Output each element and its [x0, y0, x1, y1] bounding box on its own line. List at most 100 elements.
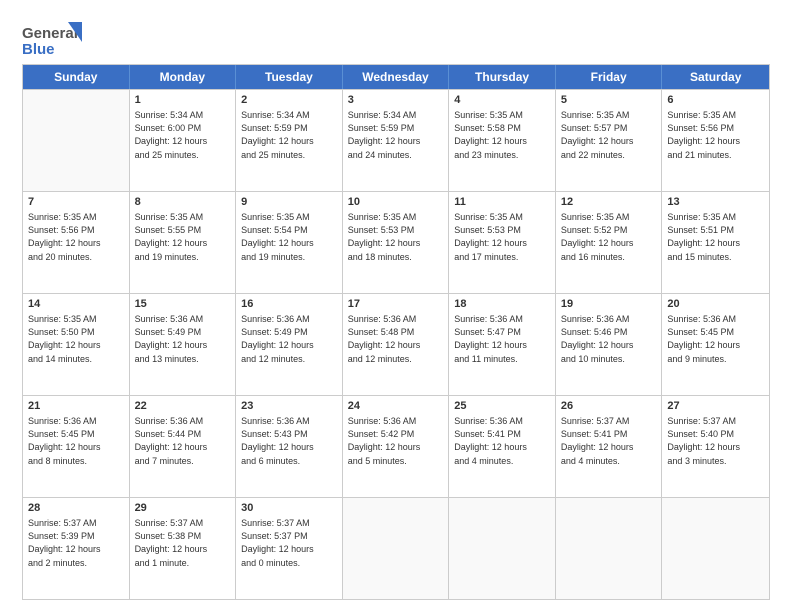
calendar-row: 7Sunrise: 5:35 AM Sunset: 5:56 PM Daylig…	[23, 191, 769, 293]
calendar-cell: 3Sunrise: 5:34 AM Sunset: 5:59 PM Daylig…	[343, 90, 450, 191]
day-number: 13	[667, 195, 764, 210]
day-number: 7	[28, 195, 124, 210]
day-info: Sunrise: 5:37 AM Sunset: 5:37 PM Dayligh…	[241, 517, 337, 569]
day-info: Sunrise: 5:34 AM Sunset: 5:59 PM Dayligh…	[241, 109, 337, 161]
calendar-cell: 8Sunrise: 5:35 AM Sunset: 5:55 PM Daylig…	[130, 192, 237, 293]
calendar-cell: 25Sunrise: 5:36 AM Sunset: 5:41 PM Dayli…	[449, 396, 556, 497]
calendar-cell: 11Sunrise: 5:35 AM Sunset: 5:53 PM Dayli…	[449, 192, 556, 293]
weekday-header: Monday	[130, 65, 237, 89]
day-number: 24	[348, 399, 444, 414]
weekday-header: Sunday	[23, 65, 130, 89]
day-info: Sunrise: 5:35 AM Sunset: 5:56 PM Dayligh…	[28, 211, 124, 263]
day-info: Sunrise: 5:35 AM Sunset: 5:50 PM Dayligh…	[28, 313, 124, 365]
calendar-cell: 14Sunrise: 5:35 AM Sunset: 5:50 PM Dayli…	[23, 294, 130, 395]
day-number: 21	[28, 399, 124, 414]
calendar-cell: 21Sunrise: 5:36 AM Sunset: 5:45 PM Dayli…	[23, 396, 130, 497]
calendar-row: 14Sunrise: 5:35 AM Sunset: 5:50 PM Dayli…	[23, 293, 769, 395]
day-number: 22	[135, 399, 231, 414]
calendar-cell: 20Sunrise: 5:36 AM Sunset: 5:45 PM Dayli…	[662, 294, 769, 395]
day-info: Sunrise: 5:36 AM Sunset: 5:47 PM Dayligh…	[454, 313, 550, 365]
day-info: Sunrise: 5:35 AM Sunset: 5:54 PM Dayligh…	[241, 211, 337, 263]
svg-text:General: General	[22, 25, 78, 42]
calendar-cell: 5Sunrise: 5:35 AM Sunset: 5:57 PM Daylig…	[556, 90, 663, 191]
day-info: Sunrise: 5:37 AM Sunset: 5:38 PM Dayligh…	[135, 517, 231, 569]
calendar-cell: 6Sunrise: 5:35 AM Sunset: 5:56 PM Daylig…	[662, 90, 769, 191]
day-info: Sunrise: 5:35 AM Sunset: 5:53 PM Dayligh…	[454, 211, 550, 263]
day-info: Sunrise: 5:36 AM Sunset: 5:44 PM Dayligh…	[135, 415, 231, 467]
day-number: 15	[135, 297, 231, 312]
calendar-cell: 23Sunrise: 5:36 AM Sunset: 5:43 PM Dayli…	[236, 396, 343, 497]
day-number: 4	[454, 93, 550, 108]
calendar-cell: 2Sunrise: 5:34 AM Sunset: 5:59 PM Daylig…	[236, 90, 343, 191]
calendar-cell: 12Sunrise: 5:35 AM Sunset: 5:52 PM Dayli…	[556, 192, 663, 293]
weekday-header: Thursday	[449, 65, 556, 89]
calendar-cell: 24Sunrise: 5:36 AM Sunset: 5:42 PM Dayli…	[343, 396, 450, 497]
day-info: Sunrise: 5:35 AM Sunset: 5:56 PM Dayligh…	[667, 109, 764, 161]
day-info: Sunrise: 5:37 AM Sunset: 5:41 PM Dayligh…	[561, 415, 657, 467]
calendar-cell: 19Sunrise: 5:36 AM Sunset: 5:46 PM Dayli…	[556, 294, 663, 395]
calendar-cell: 17Sunrise: 5:36 AM Sunset: 5:48 PM Dayli…	[343, 294, 450, 395]
calendar-cell: 15Sunrise: 5:36 AM Sunset: 5:49 PM Dayli…	[130, 294, 237, 395]
calendar-cell	[449, 498, 556, 599]
day-info: Sunrise: 5:34 AM Sunset: 6:00 PM Dayligh…	[135, 109, 231, 161]
day-number: 8	[135, 195, 231, 210]
day-info: Sunrise: 5:37 AM Sunset: 5:40 PM Dayligh…	[667, 415, 764, 467]
day-number: 17	[348, 297, 444, 312]
day-info: Sunrise: 5:34 AM Sunset: 5:59 PM Dayligh…	[348, 109, 444, 161]
calendar-cell: 4Sunrise: 5:35 AM Sunset: 5:58 PM Daylig…	[449, 90, 556, 191]
day-number: 14	[28, 297, 124, 312]
day-number: 10	[348, 195, 444, 210]
calendar-row: 28Sunrise: 5:37 AM Sunset: 5:39 PM Dayli…	[23, 497, 769, 599]
day-info: Sunrise: 5:35 AM Sunset: 5:53 PM Dayligh…	[348, 211, 444, 263]
day-info: Sunrise: 5:36 AM Sunset: 5:49 PM Dayligh…	[241, 313, 337, 365]
day-info: Sunrise: 5:36 AM Sunset: 5:42 PM Dayligh…	[348, 415, 444, 467]
calendar-cell: 29Sunrise: 5:37 AM Sunset: 5:38 PM Dayli…	[130, 498, 237, 599]
calendar-cell: 22Sunrise: 5:36 AM Sunset: 5:44 PM Dayli…	[130, 396, 237, 497]
day-number: 2	[241, 93, 337, 108]
day-number: 23	[241, 399, 337, 414]
calendar-cell	[343, 498, 450, 599]
day-info: Sunrise: 5:36 AM Sunset: 5:49 PM Dayligh…	[135, 313, 231, 365]
day-info: Sunrise: 5:36 AM Sunset: 5:48 PM Dayligh…	[348, 313, 444, 365]
calendar-header: SundayMondayTuesdayWednesdayThursdayFrid…	[23, 65, 769, 89]
day-info: Sunrise: 5:37 AM Sunset: 5:39 PM Dayligh…	[28, 517, 124, 569]
calendar-cell: 30Sunrise: 5:37 AM Sunset: 5:37 PM Dayli…	[236, 498, 343, 599]
day-number: 9	[241, 195, 337, 210]
calendar-cell: 9Sunrise: 5:35 AM Sunset: 5:54 PM Daylig…	[236, 192, 343, 293]
day-number: 29	[135, 501, 231, 516]
calendar-cell: 28Sunrise: 5:37 AM Sunset: 5:39 PM Dayli…	[23, 498, 130, 599]
day-info: Sunrise: 5:36 AM Sunset: 5:46 PM Dayligh…	[561, 313, 657, 365]
logo: GeneralBlue	[22, 22, 82, 58]
header: GeneralBlue	[22, 18, 770, 58]
day-number: 11	[454, 195, 550, 210]
calendar-cell: 10Sunrise: 5:35 AM Sunset: 5:53 PM Dayli…	[343, 192, 450, 293]
day-number: 25	[454, 399, 550, 414]
weekday-header: Saturday	[662, 65, 769, 89]
calendar-cell: 13Sunrise: 5:35 AM Sunset: 5:51 PM Dayli…	[662, 192, 769, 293]
day-number: 1	[135, 93, 231, 108]
calendar-page: GeneralBlue SundayMondayTuesdayWednesday…	[0, 0, 792, 612]
calendar: SundayMondayTuesdayWednesdayThursdayFrid…	[22, 64, 770, 600]
calendar-cell: 7Sunrise: 5:35 AM Sunset: 5:56 PM Daylig…	[23, 192, 130, 293]
calendar-cell	[23, 90, 130, 191]
day-info: Sunrise: 5:35 AM Sunset: 5:57 PM Dayligh…	[561, 109, 657, 161]
day-info: Sunrise: 5:36 AM Sunset: 5:45 PM Dayligh…	[667, 313, 764, 365]
day-number: 26	[561, 399, 657, 414]
day-info: Sunrise: 5:36 AM Sunset: 5:41 PM Dayligh…	[454, 415, 550, 467]
day-info: Sunrise: 5:36 AM Sunset: 5:45 PM Dayligh…	[28, 415, 124, 467]
day-number: 3	[348, 93, 444, 108]
calendar-cell: 1Sunrise: 5:34 AM Sunset: 6:00 PM Daylig…	[130, 90, 237, 191]
day-info: Sunrise: 5:35 AM Sunset: 5:55 PM Dayligh…	[135, 211, 231, 263]
day-number: 28	[28, 501, 124, 516]
day-info: Sunrise: 5:35 AM Sunset: 5:58 PM Dayligh…	[454, 109, 550, 161]
day-number: 16	[241, 297, 337, 312]
calendar-cell: 18Sunrise: 5:36 AM Sunset: 5:47 PM Dayli…	[449, 294, 556, 395]
day-info: Sunrise: 5:36 AM Sunset: 5:43 PM Dayligh…	[241, 415, 337, 467]
calendar-cell	[662, 498, 769, 599]
day-number: 19	[561, 297, 657, 312]
day-number: 27	[667, 399, 764, 414]
svg-text:Blue: Blue	[22, 41, 55, 58]
weekday-header: Friday	[556, 65, 663, 89]
calendar-cell	[556, 498, 663, 599]
calendar-body: 1Sunrise: 5:34 AM Sunset: 6:00 PM Daylig…	[23, 89, 769, 599]
